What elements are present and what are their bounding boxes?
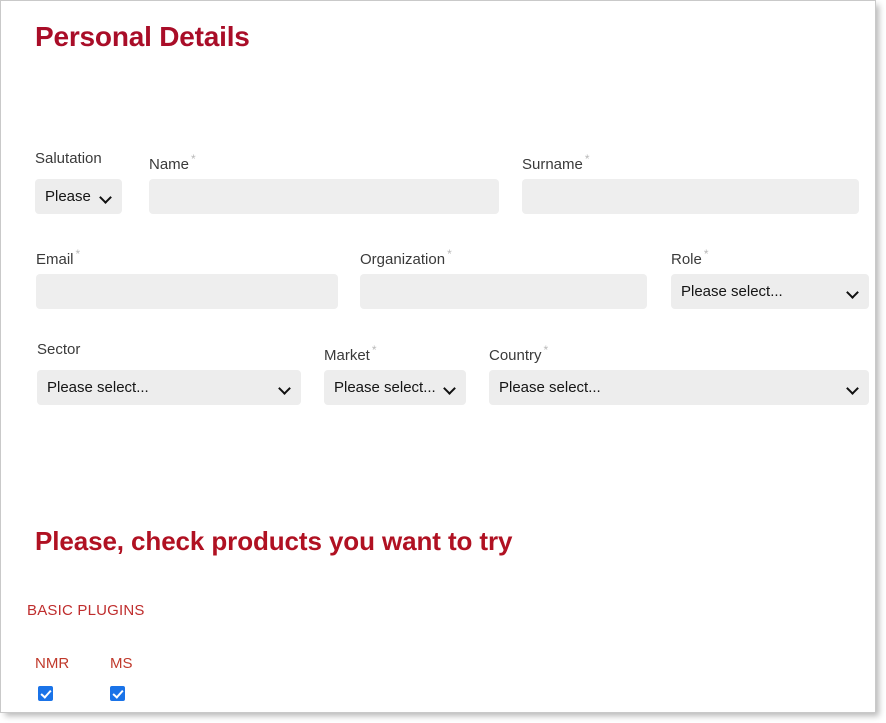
required-marker-surname: * <box>584 152 590 166</box>
label-email: Email * <box>36 245 80 269</box>
required-marker-email: * <box>75 247 81 261</box>
name-input[interactable] <box>149 179 499 214</box>
sector-select-value: Please select... <box>47 379 149 396</box>
role-select[interactable]: Please select... <box>671 274 869 309</box>
label-sector: Sector <box>37 341 80 359</box>
chevron-down-icon <box>280 384 291 391</box>
basic-plugins-group-label: BASIC PLUGINS <box>27 602 145 619</box>
products-title: Please, check products you want to try <box>35 526 513 556</box>
checkbox-label-ms: MS <box>110 655 133 672</box>
chevron-down-icon <box>101 193 112 200</box>
required-marker-role: * <box>703 247 709 261</box>
checkbox-ms[interactable] <box>110 686 125 701</box>
label-salutation-text: Salutation <box>35 150 102 167</box>
market-select[interactable]: Please select... <box>324 370 466 405</box>
sector-select[interactable]: Please select... <box>37 370 301 405</box>
required-marker-organization: * <box>447 247 452 261</box>
chevron-down-icon <box>848 384 859 391</box>
country-select[interactable]: Please select... <box>489 370 869 405</box>
chevron-down-icon <box>848 288 859 295</box>
surname-input[interactable] <box>522 179 859 214</box>
label-name-text: Name <box>149 156 190 173</box>
label-role: Role * <box>671 245 709 269</box>
label-sector-text: Sector <box>37 341 81 358</box>
organization-input[interactable] <box>360 274 647 309</box>
salutation-select-value: Please <box>45 188 91 205</box>
role-select-value: Please select... <box>681 283 783 300</box>
form-page: Personal Details Salutation Please Name *… <box>1 1 875 712</box>
label-name: Name * <box>149 150 196 174</box>
checkbox-label-nmr: NMR <box>35 655 70 672</box>
label-organization: Organization * <box>360 245 452 269</box>
email-input[interactable] <box>36 274 338 309</box>
label-surname: Surname * <box>522 150 590 174</box>
label-salutation: Salutation <box>35 150 102 168</box>
browser-window: Personal Details Salutation Please Name *… <box>0 0 886 723</box>
required-marker-market: * <box>371 343 377 357</box>
market-select-value: Please select... <box>334 379 436 396</box>
label-email-text: Email <box>36 251 74 268</box>
required-marker-name: * <box>191 152 196 166</box>
required-marker-country: * <box>543 343 549 357</box>
label-organization-text: Organization <box>360 251 446 268</box>
label-market-text: Market <box>324 347 370 364</box>
label-market: Market * <box>324 341 377 365</box>
label-surname-text: Surname <box>522 156 583 173</box>
window-border: Personal Details Salutation Please Name *… <box>0 0 876 713</box>
label-country-text: Country <box>489 347 542 364</box>
chevron-down-icon <box>445 384 456 391</box>
checkbox-nmr[interactable] <box>38 686 53 701</box>
label-country: Country * <box>489 341 548 365</box>
country-select-value: Please select... <box>499 379 601 396</box>
salutation-select[interactable]: Please <box>35 179 122 214</box>
label-role-text: Role <box>671 251 702 268</box>
page-title: Personal Details <box>35 21 250 52</box>
